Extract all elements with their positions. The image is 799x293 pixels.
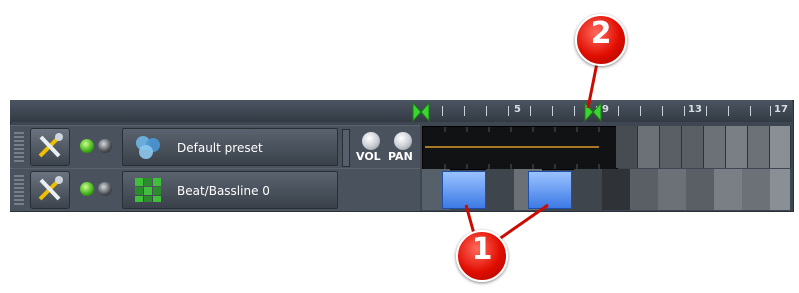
callout-badge-2: 2 [575,14,627,66]
callout-badge-1: 1 [456,230,508,282]
callout-pointers [464,57,600,249]
callout-number: 2 [590,16,612,51]
callout-number: 1 [471,232,493,267]
